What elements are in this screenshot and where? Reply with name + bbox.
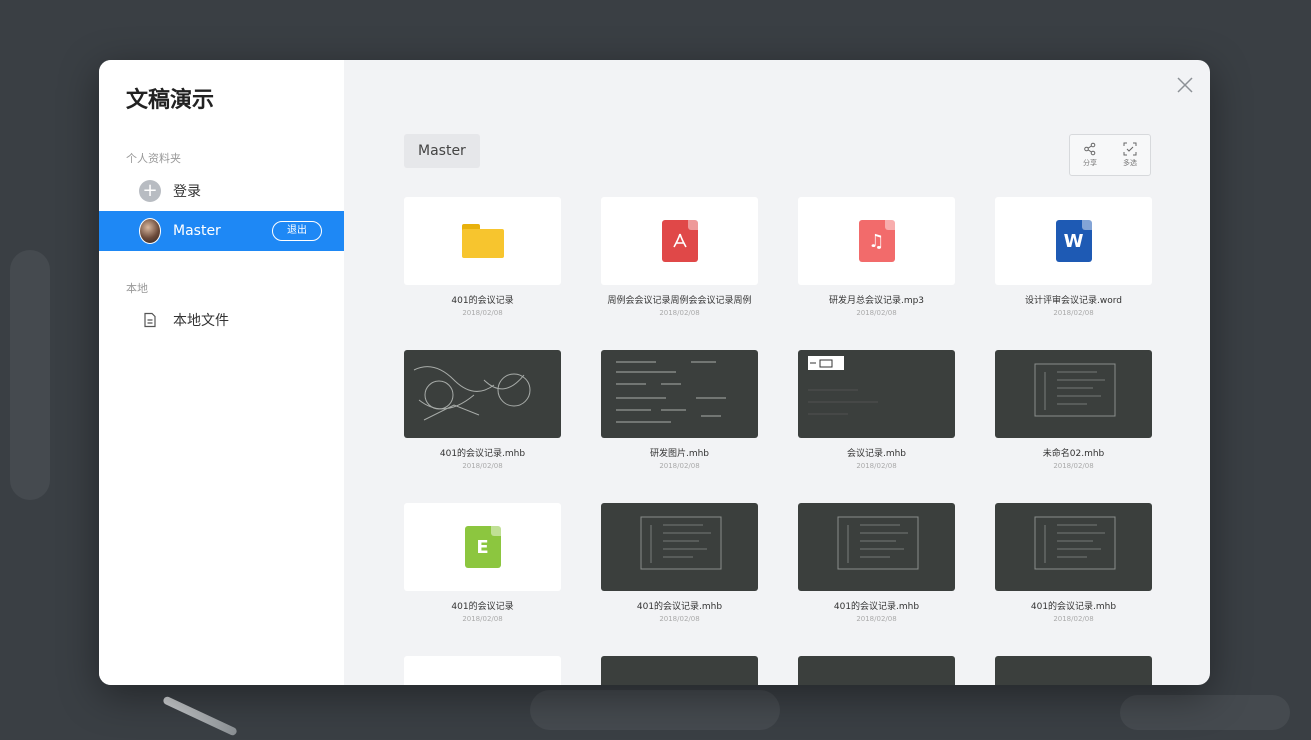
file-item[interactable]: 401的会议记录.mhb 2018/02/08 [601, 503, 758, 623]
file-date: 2018/02/08 [856, 462, 897, 470]
user-name: Master [173, 223, 221, 239]
file-item[interactable]: E 401的会议记录 2018/02/08 [404, 503, 561, 623]
whiteboard-thumbnail [601, 503, 758, 591]
section-local: 本地 [126, 282, 148, 295]
file-thumbnail-partial[interactable] [995, 656, 1152, 685]
section-personal-folder: 个人资料夹 [126, 152, 181, 165]
file-date: 2018/02/08 [856, 615, 897, 623]
background-decor [10, 250, 50, 500]
add-circle-icon: + [139, 180, 161, 202]
file-item[interactable]: W 设计评审会议记录.word 2018/02/08 [995, 197, 1152, 317]
file-thumbnail: ♫ [798, 197, 955, 285]
file-thumbnail: W [995, 197, 1152, 285]
excel-file-icon: E [464, 526, 501, 568]
file-thumbnail [601, 197, 758, 285]
word-file-icon: W [1055, 220, 1092, 262]
login-label: 登录 [173, 184, 201, 200]
share-icon [1084, 142, 1096, 156]
background-decor [1120, 695, 1290, 730]
file-name: 401的会议记录 [451, 296, 514, 306]
file-item[interactable]: ♫ 研发月总会议记录.mp3 2018/02/08 [798, 197, 955, 317]
multiselect-label: 多选 [1123, 159, 1137, 167]
background-decor [530, 690, 780, 730]
whiteboard-thumbnail [601, 350, 758, 438]
sidebar-item-master[interactable]: Master 退出 [99, 211, 344, 251]
file-name: 未命名02.mhb [1042, 449, 1105, 459]
file-date: 2018/02/08 [462, 615, 503, 623]
logout-button[interactable]: 退出 [272, 221, 322, 241]
close-icon[interactable] [1174, 74, 1196, 96]
whiteboard-thumbnail [995, 503, 1152, 591]
file-date: 2018/02/08 [659, 615, 700, 623]
stylus-pen [162, 695, 238, 737]
file-name: 研发月总会议记录.mp3 [828, 296, 925, 306]
file-thumbnail-partial[interactable] [798, 656, 955, 685]
file-thumbnail [404, 197, 561, 285]
file-date: 2018/02/08 [1053, 309, 1094, 317]
file-name: 401的会议记录.mhb [439, 449, 526, 459]
file-date: 2018/02/08 [856, 309, 897, 317]
file-item[interactable]: 401的会议记录.mhb 2018/02/08 [798, 503, 955, 623]
select-icon [1123, 142, 1137, 156]
file-item[interactable]: 401的会议记录 2018/02/08 [404, 197, 561, 317]
local-files-label: 本地文件 [173, 313, 229, 329]
share-button[interactable]: 分享 [1070, 135, 1110, 175]
sidebar-item-local-files[interactable]: 本地文件 [99, 300, 344, 340]
pdf-icon [661, 220, 698, 262]
file-thumbnail: E [404, 503, 561, 591]
file-thumbnail-partial[interactable] [404, 656, 561, 685]
whiteboard-thumbnail [798, 350, 955, 438]
file-name: 研发图片.mhb [649, 449, 710, 459]
folder-icon [461, 224, 504, 258]
file-date: 2018/02/08 [659, 309, 700, 317]
file-item[interactable]: 401的会议记录.mhb 2018/02/08 [404, 350, 561, 470]
file-toolbar: 分享 多选 [1069, 134, 1151, 176]
sidebar: 文稿演示 个人资料夹 + 登录 Master 退出 本地 本地文件 [99, 60, 344, 685]
file-name: 设计评审会议记录.word [1025, 296, 1122, 306]
avatar [139, 218, 161, 244]
file-name: 401的会议记录.mhb [1030, 602, 1117, 612]
file-date: 2018/02/08 [659, 462, 700, 470]
file-item[interactable]: 401的会议记录.mhb 2018/02/08 [995, 503, 1152, 623]
file-date: 2018/02/08 [1053, 615, 1094, 623]
multiselect-button[interactable]: 多选 [1110, 135, 1150, 175]
file-item[interactable]: 会议记录.mhb 2018/02/08 [798, 350, 955, 470]
file-name: 会议记录.mhb [846, 449, 907, 459]
file-item[interactable]: 周例会会议记录周例会会议记录周例 2018/02/08 [601, 197, 758, 317]
file-date: 2018/02/08 [462, 309, 503, 317]
file-browser: Master 分享 多选 401的会议记录 2018/02/08 周例会会议记录周例… [344, 60, 1210, 685]
whiteboard-thumbnail [404, 350, 561, 438]
file-name: 401的会议记录.mhb [636, 602, 723, 612]
music-file-icon: ♫ [858, 220, 895, 262]
whiteboard-thumbnail [798, 503, 955, 591]
file-date: 2018/02/08 [1053, 462, 1094, 470]
document-presentation-dialog: 文稿演示 个人资料夹 + 登录 Master 退出 本地 本地文件 Master [99, 60, 1210, 685]
share-label: 分享 [1083, 159, 1097, 167]
file-thumbnail-partial[interactable] [601, 656, 758, 685]
file-item[interactable]: 未命名02.mhb 2018/02/08 [995, 350, 1152, 470]
file-name: 401的会议记录.mhb [833, 602, 920, 612]
dialog-title: 文稿演示 [126, 88, 215, 113]
breadcrumb[interactable]: Master [404, 134, 480, 168]
login-item[interactable]: + 登录 [99, 171, 344, 211]
file-name: 周例会会议记录周例会会议记录周例 [607, 296, 752, 306]
file-date: 2018/02/08 [462, 462, 503, 470]
file-name: 401的会议记录 [451, 602, 514, 612]
document-icon [139, 309, 161, 331]
whiteboard-thumbnail [995, 350, 1152, 438]
file-item[interactable]: 研发图片.mhb 2018/02/08 [601, 350, 758, 470]
